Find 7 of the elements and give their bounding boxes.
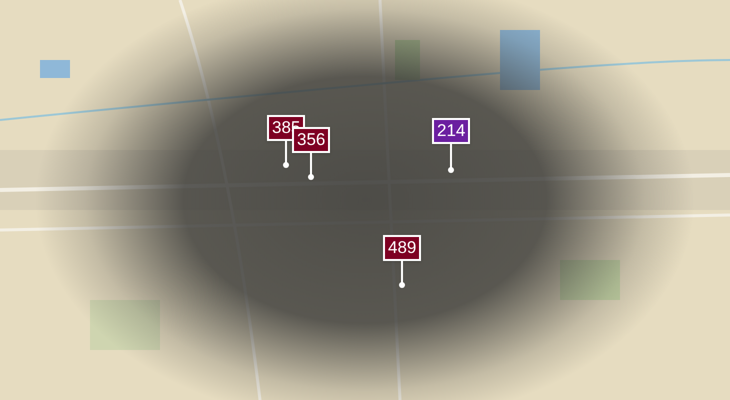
pin-stem-icon	[447, 144, 456, 174]
reading-marker[interactable]: 489	[383, 235, 422, 261]
pin-stem-icon	[398, 261, 406, 289]
reading-marker[interactable]: 214	[432, 118, 470, 144]
pin-stem-icon	[282, 141, 290, 169]
reading-marker[interactable]: 356	[292, 127, 330, 153]
pin-stem-icon	[307, 153, 316, 181]
